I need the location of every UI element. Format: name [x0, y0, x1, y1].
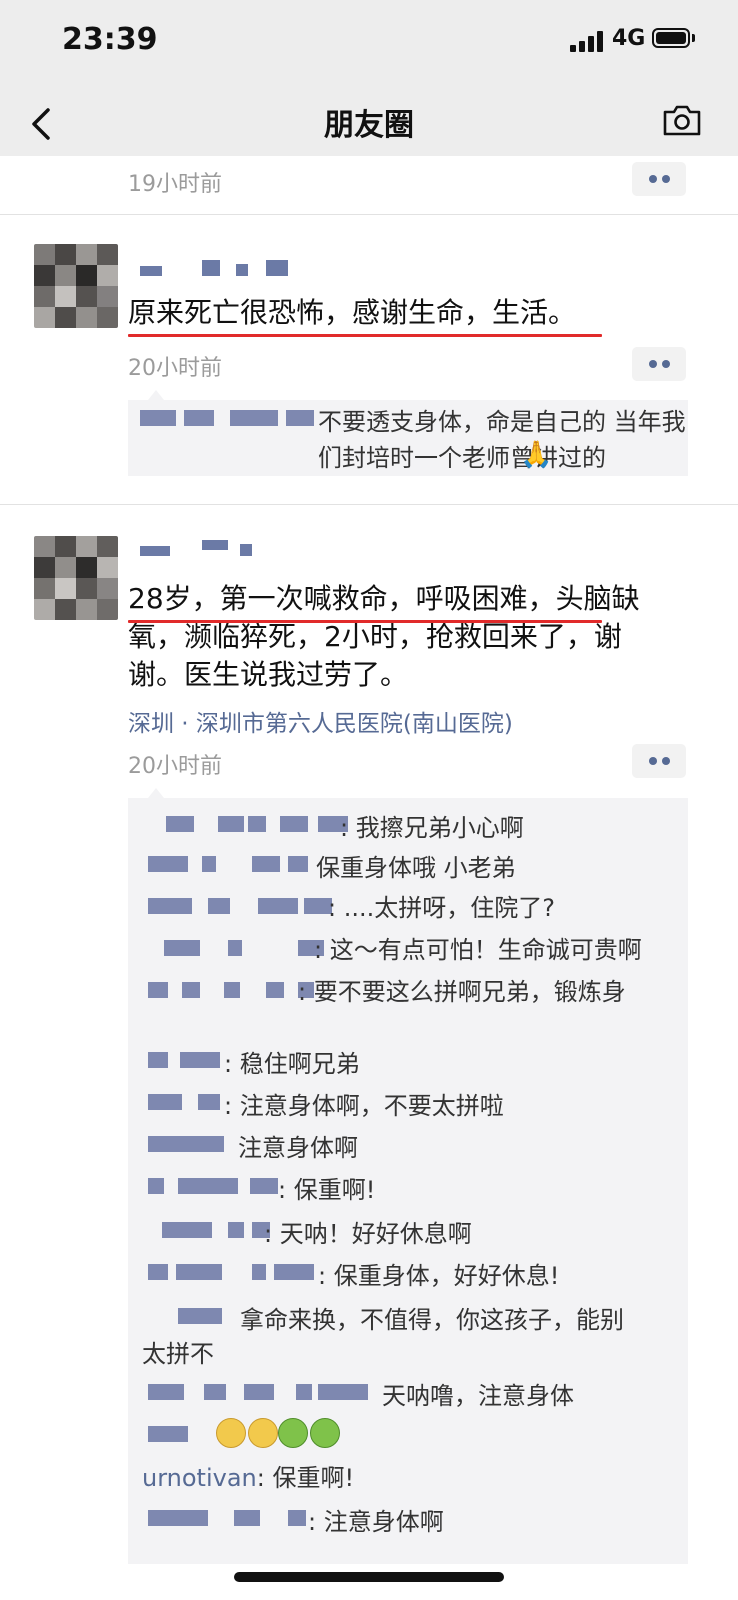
commenter-blurred[interactable] — [148, 1264, 318, 1280]
comment-text: : 要不要这么拼啊兄弟，锻炼身 — [298, 978, 626, 1006]
post-text-line: 28岁，第一次喊救命，呼吸困难，头脑缺 — [128, 582, 640, 615]
timestamp: 20小时前 — [128, 754, 222, 779]
home-indicator[interactable] — [234, 1572, 504, 1582]
commenter-blurred[interactable] — [148, 940, 328, 956]
more-dots-icon[interactable] — [632, 162, 686, 196]
comment-text: 拿命来换，不值得，你这孩子，能别 — [240, 1306, 624, 1334]
divider — [0, 504, 738, 505]
commenter-blurred[interactable] — [148, 1136, 228, 1152]
commenter-blurred[interactable] — [148, 1052, 228, 1068]
commenter-blurred[interactable] — [148, 1222, 270, 1238]
status-bar: 23:39 4G — [0, 0, 738, 90]
battery-icon — [652, 28, 690, 48]
network-type: 4G — [612, 26, 646, 51]
comment-text: : 保重啊! — [278, 1176, 376, 1204]
comments-box: 不要透支身体，命是自己的 当年我们封培时一个老师曾讲过的 🙏 — [128, 400, 688, 476]
comment-text: : 注意身体啊，不要太拼啦 — [224, 1092, 504, 1120]
comment-text: 天呐噜，注意身体 — [382, 1382, 574, 1410]
post-text-line: 氧，濒临猝死，2小时，抢救回来了，谢 — [128, 620, 622, 653]
comment-text: : 注意身体啊 — [308, 1508, 444, 1536]
frog-emoji — [310, 1418, 340, 1448]
post-text-line: 谢。医生说我过劳了。 — [128, 658, 409, 691]
avatar[interactable] — [34, 244, 118, 328]
comment-text: 不要透支身体，命是自己的 当年我们封培时一个老师曾讲过的 — [318, 408, 686, 472]
commenter-blurred[interactable] — [148, 1384, 388, 1400]
commenter-blurred[interactable] — [148, 1308, 228, 1324]
highlight-underline — [128, 620, 602, 623]
page-title: 朋友圈 — [324, 108, 414, 143]
worried-face-emoji — [216, 1418, 246, 1448]
nav-bar: 朋友圈 — [0, 90, 738, 156]
commenter-blurred[interactable] — [148, 1426, 198, 1442]
commenter-blurred[interactable] — [148, 1094, 228, 1110]
comment-text: : 稳住啊兄弟 — [224, 1050, 360, 1078]
commenter-blurred[interactable] — [148, 898, 332, 914]
username-blurred[interactable] — [140, 540, 280, 556]
commenter-blurred[interactable] — [148, 1178, 278, 1194]
frog-emoji — [278, 1418, 308, 1448]
username-blurred[interactable] — [140, 260, 300, 276]
battery-tip — [692, 34, 695, 42]
commenter-blurred[interactable] — [148, 856, 308, 872]
comment-text: : ....太拼呀，住院了? — [328, 894, 555, 922]
comment-text-wrap: 太拼不 — [142, 1340, 214, 1368]
signal-icon — [570, 30, 606, 52]
previous-post-footer: 19小时前 — [0, 156, 738, 214]
commenter-blurred[interactable] — [140, 410, 320, 426]
worried-face-emoji — [248, 1418, 278, 1448]
reply-pointer — [148, 390, 164, 400]
commenter-name[interactable]: urnotivan — [142, 1464, 257, 1492]
commenter-blurred[interactable] — [148, 1510, 318, 1526]
highlight-underline — [128, 334, 602, 337]
avatar[interactable] — [34, 536, 118, 620]
comment-text: : 保重身体，好好休息! — [318, 1262, 560, 1290]
status-time: 23:39 — [62, 22, 158, 57]
more-dots-icon[interactable] — [632, 744, 686, 778]
divider — [0, 214, 738, 215]
location-link[interactable]: 深圳 · 深圳市第六人民医院(南山医院) — [128, 704, 513, 738]
timestamp: 20小时前 — [128, 356, 222, 381]
comment-text: 保重身体哦 小老弟 — [316, 854, 516, 882]
comments-box: : 我擦兄弟小心啊 保重身体哦 小老弟 : ....太拼呀，住院了? : 这～有… — [128, 798, 688, 1564]
camera-icon[interactable] — [662, 102, 702, 138]
reply-pointer — [148, 788, 164, 798]
comment-text: : 我擦兄弟小心啊 — [340, 814, 524, 842]
comment-text: 注意身体啊 — [238, 1134, 358, 1162]
post-text: 28岁，第一次喊救命，呼吸困难，头脑缺 氧，濒临猝死，2小时，抢救回来了，谢 谢… — [128, 580, 708, 694]
more-dots-icon[interactable] — [632, 347, 686, 381]
comment-text: : 保重啊! — [256, 1464, 355, 1492]
comment-text: : 天呐！好好休息啊 — [264, 1220, 472, 1248]
timestamp: 19小时前 — [128, 172, 222, 197]
comment-text: : 这～有点可怕！生命诚可贵啊 — [314, 936, 642, 964]
commenter-blurred[interactable] — [148, 816, 348, 832]
comment-row: urnotivan: 保重啊! — [142, 1458, 354, 1493]
post-text: 原来死亡很恐怖，感谢生命，生活。 — [128, 296, 577, 329]
pray-emoji: 🙏 — [520, 440, 553, 470]
